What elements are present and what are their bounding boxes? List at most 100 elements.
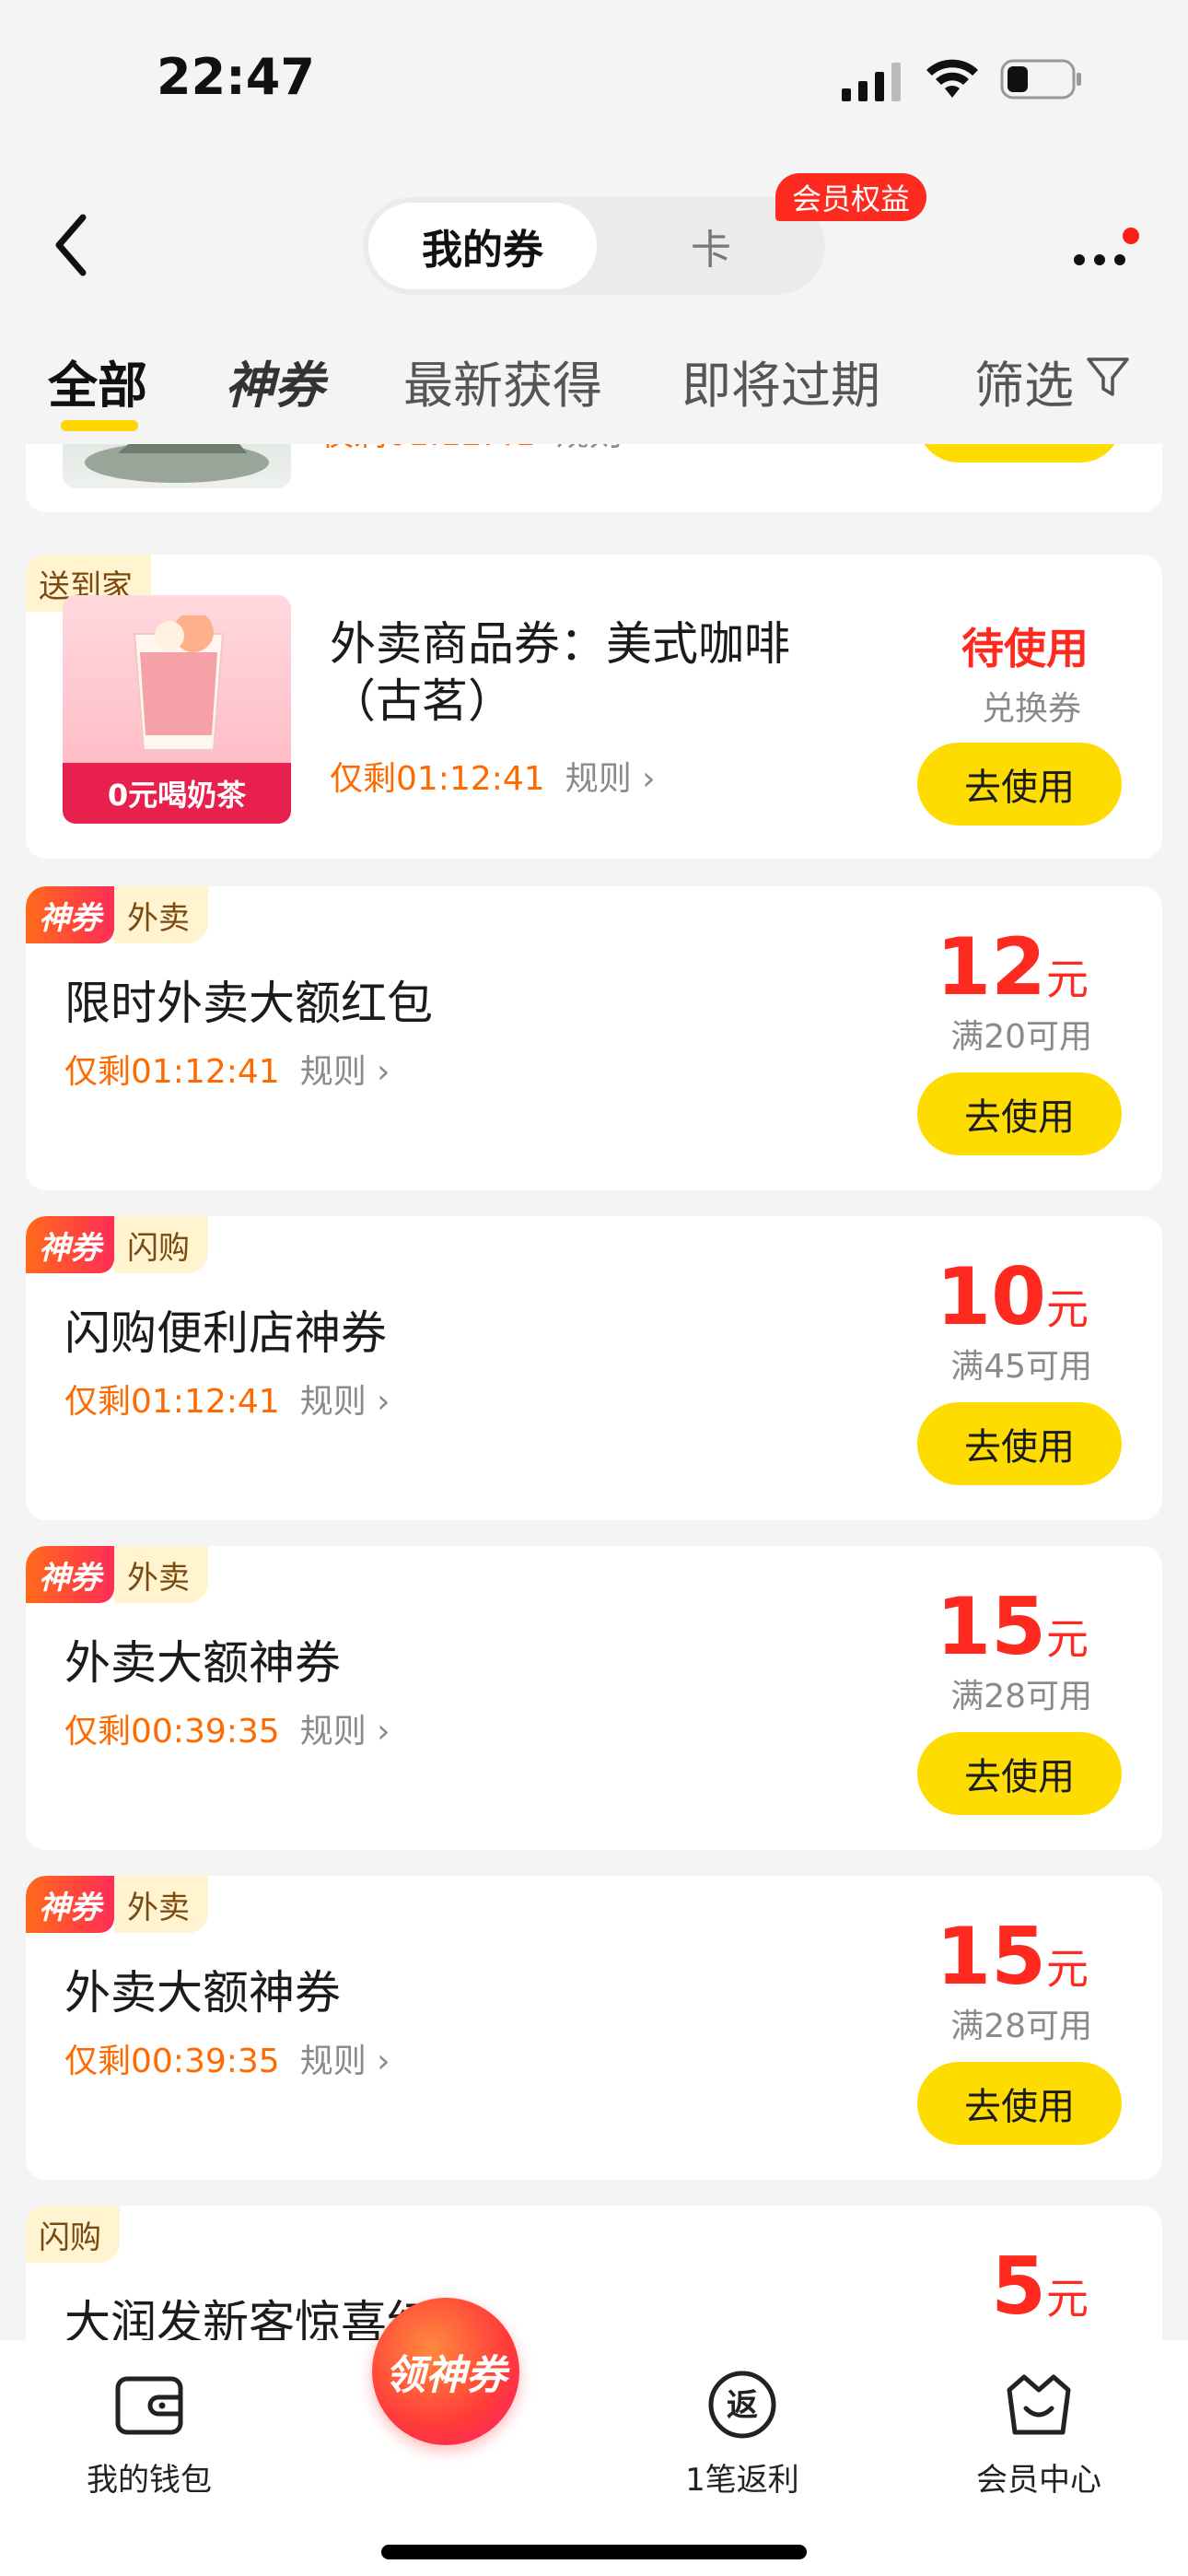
use-button[interactable]: 去使用 bbox=[917, 1402, 1122, 1485]
coupon-card[interactable]: 送到家 0元喝奶茶 外卖商品券：美式咖啡 （古茗） 仅剩01:12:41 规则 ›… bbox=[26, 555, 1162, 859]
coupon-meta: 仅剩01:12:41 规则 › bbox=[64, 1375, 390, 1423]
coupon-meta: 仅剩01:12:41 规则 › bbox=[330, 752, 656, 800]
coupon-image: 0元喝奶茶 bbox=[63, 595, 291, 824]
countdown-text: 仅剩00:39:35 bbox=[64, 1713, 280, 1751]
coupon-condition: 满45可用 bbox=[950, 1348, 1092, 1386]
coupon-tag: 神券 闪购 bbox=[26, 1216, 208, 1273]
coupon-tag: 闪购 bbox=[26, 2206, 120, 2263]
segment-control: 我的券 卡 bbox=[363, 197, 825, 295]
tab-rebate[interactable]: 返 1笔返利 bbox=[641, 2368, 844, 2500]
coupon-meta: 仅剩00:39:35 规则 › bbox=[64, 1704, 390, 1752]
rules-link[interactable]: 规则 › bbox=[300, 1713, 390, 1751]
amount-unit: 元 bbox=[1046, 954, 1089, 1004]
coupon-title: 外卖大额神券 bbox=[64, 1636, 341, 1690]
coupon-condition: 满28可用 bbox=[950, 2008, 1092, 2045]
use-button[interactable]: 去使用 bbox=[917, 2062, 1122, 2145]
rebate-icon-text: 返 bbox=[727, 2387, 758, 2424]
coupon-list: 仅剩01:12:41规则 › 去使用 送到家 0元喝奶茶 外卖商品券：美式咖啡 … bbox=[0, 444, 1188, 2340]
filter-funnel-icon[interactable] bbox=[1085, 354, 1131, 400]
tab-latest[interactable]: 最新获得 bbox=[403, 345, 602, 417]
status-bar: 22:47 bbox=[0, 0, 1188, 157]
image-banner: 0元喝奶茶 bbox=[63, 763, 291, 824]
back-arrow-icon[interactable] bbox=[46, 208, 101, 282]
countdown-text: 仅剩01:12:41 bbox=[330, 760, 545, 798]
countdown-text: 仅剩00:39:35 bbox=[64, 2043, 280, 2080]
tab-wallet[interactable]: 我的钱包 bbox=[48, 2368, 250, 2500]
coupon-condition: 满28可用 bbox=[950, 1678, 1092, 1715]
tab-filter[interactable]: 筛选 bbox=[974, 345, 1074, 417]
coupon-title: 外卖商品券：美式咖啡 （古茗） bbox=[330, 615, 790, 730]
amount-value: 12 bbox=[936, 921, 1046, 1013]
coupon-type: 兑换券 bbox=[981, 690, 1081, 728]
tab-active-indicator bbox=[61, 420, 138, 431]
status-time: 22:47 bbox=[157, 48, 315, 106]
cellular-signal-icon bbox=[842, 63, 901, 101]
category-tag: 闪购 bbox=[26, 2206, 120, 2263]
coupon-meta: 仅剩01:12:41 规则 › bbox=[320, 444, 646, 455]
coupon-card[interactable]: 神券 外卖 外卖大额神券 仅剩00:39:35 规则 › 15元 满28可用 去使… bbox=[26, 1546, 1162, 1850]
wifi-icon bbox=[926, 59, 978, 98]
coupon-card[interactable]: 闪购 大润发新客惊喜红包 5元 bbox=[26, 2206, 1162, 2340]
coupon-card-partial[interactable]: 仅剩01:12:41 规则 › 去使用 bbox=[26, 444, 1162, 512]
battery-icon bbox=[1000, 59, 1081, 100]
vip-benefits-badge[interactable]: 会员权益 bbox=[775, 173, 927, 221]
coupon-amount: 15元 bbox=[936, 1581, 1089, 1673]
coupon-meta: 仅剩00:39:35 规则 › bbox=[64, 2034, 390, 2082]
more-options-icon[interactable] bbox=[1072, 212, 1146, 286]
coupon-title: 外卖大额神券 bbox=[64, 1966, 341, 2020]
rules-link[interactable]: 规则 › bbox=[300, 2043, 390, 2080]
coupon-amount: 10元 bbox=[936, 1251, 1089, 1343]
top-nav: 我的券 卡 会员权益 bbox=[0, 173, 1188, 313]
amount-unit: 元 bbox=[1046, 2274, 1089, 2324]
tab-super-coupons[interactable]: 神券 bbox=[225, 345, 324, 417]
rules-link[interactable]: 规则 › bbox=[300, 1383, 390, 1421]
coupon-card[interactable]: 神券 外卖 外卖大额神券 仅剩00:39:35 规则 › 15元 满28可用 去使… bbox=[26, 1876, 1162, 2180]
coupon-tag: 神券 外卖 bbox=[26, 886, 208, 943]
home-indicator bbox=[381, 2545, 807, 2559]
segment-my-coupons[interactable]: 我的券 bbox=[368, 203, 597, 289]
countdown-text: 仅剩01:12:41 bbox=[64, 1053, 280, 1091]
amount-value: 15 bbox=[936, 1911, 1046, 2003]
use-button[interactable]: 去使用 bbox=[917, 743, 1122, 825]
coupon-amount: 12元 bbox=[936, 921, 1089, 1013]
coupon-card[interactable]: 神券 闪购 闪购便利店神券 仅剩01:12:41 规则 › 10元 满45可用 去… bbox=[26, 1216, 1162, 1520]
rebate-icon: 返 bbox=[708, 2371, 776, 2439]
coupon-amount: 15元 bbox=[936, 1911, 1089, 2003]
category-tag: 闪购 bbox=[114, 1216, 208, 1273]
coupon-amount: 5元 bbox=[991, 2241, 1089, 2333]
coupon-condition: 满20可用 bbox=[950, 1018, 1092, 1056]
amount-value: 10 bbox=[936, 1251, 1046, 1343]
crown-basket-icon bbox=[1007, 2374, 1071, 2435]
coupon-title-line2: （古茗） bbox=[330, 674, 514, 728]
countdown-text: 仅剩01:12:41 bbox=[320, 444, 536, 453]
coupon-card[interactable]: 神券 外卖 限时外卖大额红包 仅剩01:12:41 规则 › 12元 满20可用 … bbox=[26, 886, 1162, 1190]
tab-all[interactable]: 全部 bbox=[48, 345, 147, 417]
use-button[interactable]: 去使用 bbox=[917, 444, 1122, 463]
rules-link[interactable]: 规则 › bbox=[565, 760, 656, 798]
tab-member-center[interactable]: 会员中心 bbox=[938, 2368, 1140, 2500]
amount-value: 15 bbox=[936, 1581, 1046, 1673]
super-coupon-tag: 神券 bbox=[26, 1216, 114, 1273]
filter-tabs: 全部 神券 最新获得 即将过期 筛选 bbox=[0, 332, 1188, 442]
coupon-title-line1: 外卖商品券：美式咖啡 bbox=[330, 617, 790, 671]
amount-unit: 元 bbox=[1046, 1284, 1089, 1334]
milk-tea-cup-icon bbox=[133, 615, 225, 751]
tab-label: 会员中心 bbox=[976, 2462, 1101, 2499]
coupon-meta: 仅剩01:12:41 规则 › bbox=[64, 1045, 390, 1093]
coupon-image bbox=[63, 444, 291, 488]
tab-label: 1笔返利 bbox=[685, 2462, 799, 2499]
super-coupon-tag: 神券 bbox=[26, 1546, 114, 1603]
coupon-tag: 神券 外卖 bbox=[26, 1876, 208, 1933]
rules-link[interactable]: 规则 › bbox=[556, 444, 646, 453]
tab-expiring[interactable]: 即将过期 bbox=[681, 345, 880, 417]
category-tag: 外卖 bbox=[114, 1546, 208, 1603]
super-coupon-tag: 神券 bbox=[26, 886, 114, 943]
claim-super-coupon-button[interactable]: 领神券 bbox=[372, 2298, 519, 2445]
category-tag: 外卖 bbox=[114, 886, 208, 943]
coupon-title: 限时外卖大额红包 bbox=[64, 977, 433, 1030]
use-button[interactable]: 去使用 bbox=[917, 1072, 1122, 1155]
rules-link[interactable]: 规则 › bbox=[300, 1053, 390, 1091]
amount-unit: 元 bbox=[1046, 1944, 1089, 1994]
countdown-text: 仅剩01:12:41 bbox=[64, 1383, 280, 1421]
use-button[interactable]: 去使用 bbox=[917, 1732, 1122, 1815]
